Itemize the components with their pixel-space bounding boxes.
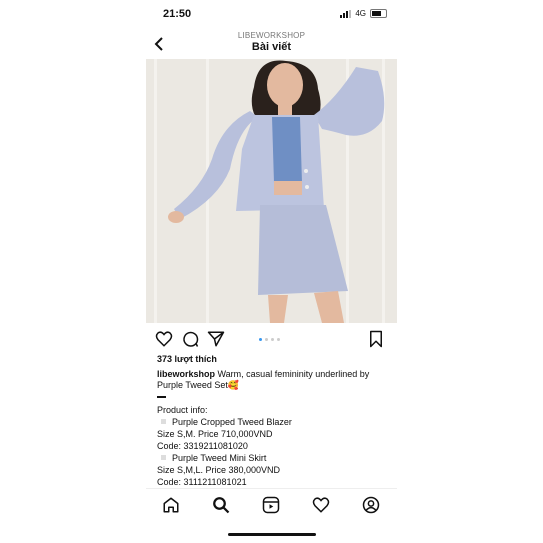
item-name: Purple Cropped Tweed Blazer (172, 417, 292, 427)
reels-icon[interactable] (262, 496, 280, 514)
status-right: 4G (340, 9, 387, 18)
post-photo[interactable] (146, 59, 397, 323)
bookmark-icon[interactable] (368, 330, 384, 348)
heart-icon[interactable] (312, 496, 330, 514)
post-header: LIBEWORKSHOP Bài viết (146, 30, 397, 58)
product-info: Product info: Purple Cropped Tweed Blaze… (157, 404, 393, 488)
likes-count[interactable]: 373 lượt thích (157, 354, 217, 364)
bullet-icon (161, 419, 166, 424)
phone-screen: 21:50 4G LIBEWORKSHOP Bài viết 373 lượt … (146, 0, 397, 543)
carousel-dots (259, 338, 280, 341)
item-size-price: Size S,M,L. Price 380,000VND (157, 465, 281, 475)
battery-icon (370, 9, 387, 18)
item-size-price: Size S,M. Price 710,000VND (157, 429, 273, 439)
status-time: 21:50 (163, 8, 192, 20)
bullet-icon (161, 455, 166, 460)
comment-icon[interactable] (181, 330, 199, 348)
bottom-tab-bar (146, 488, 397, 519)
info-heading: Product info: (157, 405, 208, 415)
home-icon[interactable] (162, 496, 180, 514)
signal-icon (340, 9, 352, 18)
caption-username[interactable]: libeworkshop (157, 369, 215, 379)
item-code: Code: 3111211081021 (157, 477, 247, 487)
account-name[interactable]: LIBEWORKSHOP (146, 31, 397, 40)
product-item-2: Purple Tweed Mini Skirt (157, 452, 393, 464)
network-label: 4G (355, 9, 366, 18)
send-icon[interactable] (207, 330, 225, 348)
profile-icon[interactable] (362, 496, 380, 514)
page-title: Bài viết (251, 41, 292, 53)
caption-divider (157, 396, 166, 398)
model-illustration (146, 59, 397, 323)
product-item-1: Purple Cropped Tweed Blazer (157, 416, 393, 428)
search-icon[interactable] (212, 496, 230, 514)
heart-icon[interactable] (155, 330, 173, 348)
home-indicator (228, 533, 316, 536)
post-caption: libeworkshop Warm, casual femininity und… (157, 369, 393, 391)
item-name: Purple Tweed Mini Skirt (172, 453, 267, 463)
status-bar: 21:50 4G (146, 6, 397, 26)
item-code: Code: 3319211081020 (157, 441, 248, 451)
post-actions (146, 330, 397, 350)
